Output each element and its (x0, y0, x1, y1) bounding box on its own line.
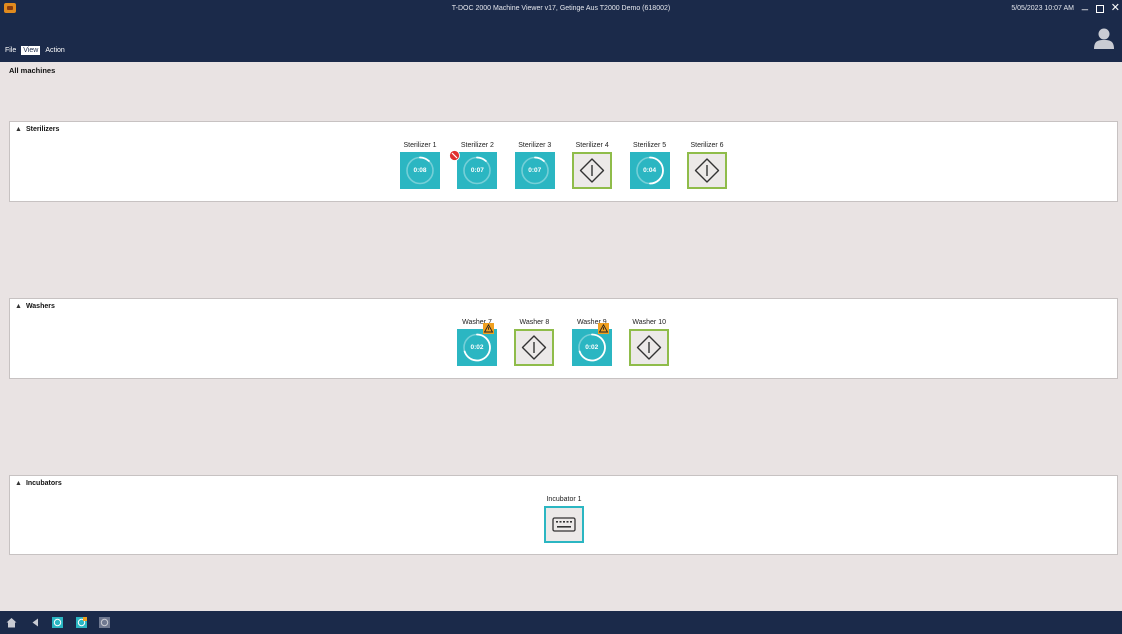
clock: 5/05/2023 10:07 AM (1011, 5, 1074, 12)
machine-name: Washer 9 (576, 319, 607, 326)
machine-card[interactable]: Sterilizer 3 0:07 (505, 142, 565, 204)
taskbar (0, 611, 1122, 634)
machine-name: Sterilizer 6 (690, 142, 724, 149)
machine-running-tile[interactable]: 0:07 (514, 152, 555, 189)
machine-card[interactable]: Washer 8 (504, 319, 564, 381)
machine-card[interactable]: Sterilizer 2 0:07 (447, 142, 507, 204)
menu-bar: File View Action (3, 46, 67, 55)
error-icon (449, 150, 461, 161)
incubators-panel: ▲ Incubators Incubator 1 (9, 475, 1118, 555)
machine-running-tile[interactable]: 0:04 (629, 152, 670, 189)
incubators-label: Incubators (25, 480, 62, 487)
machine-running-tile[interactable]: 0:02 (457, 329, 497, 366)
minimize-button[interactable]: _ (1082, 0, 1088, 11)
remaining-time: 0:08 (413, 167, 427, 174)
restore-icon (1096, 5, 1104, 13)
machine-card[interactable]: Washer 7 0:02 (447, 319, 507, 381)
start-diamond-icon (579, 158, 605, 183)
menu-file[interactable]: File (3, 46, 18, 55)
machine-card[interactable]: Sterilizer 5 0:04 (620, 142, 680, 204)
machine-running-tile[interactable]: 0:07 (457, 152, 498, 189)
machine-card[interactable]: Sterilizer 4 (562, 142, 622, 204)
triangle-up-icon: ▲ (15, 303, 22, 310)
machine-running-tile[interactable]: 0:02 (571, 329, 612, 366)
machine-name: Washer 10 (632, 319, 666, 326)
washer-app-icon[interactable] (76, 617, 87, 628)
triangle-up-icon: ▲ (15, 126, 22, 133)
remaining-time: 0:07 (470, 167, 484, 174)
machine-name: Sterilizer 1 (403, 142, 437, 149)
menu-action[interactable]: Action (43, 46, 66, 55)
washers-label: Washers (25, 303, 55, 310)
machine-name: Sterilizer 3 (518, 142, 552, 149)
sterilizers-header[interactable]: ▲ Sterilizers (15, 126, 59, 133)
remaining-time: 0:04 (643, 167, 657, 174)
start-diamond-icon (694, 158, 720, 183)
machine-name: Sterilizer 4 (575, 142, 609, 149)
sterilizers-label: Sterilizers (25, 126, 60, 133)
machine-idle-tile[interactable] (514, 329, 555, 366)
start-diamond-icon (522, 335, 547, 360)
back-icon[interactable] (30, 617, 41, 628)
machine-name: Washer 7 (462, 319, 492, 326)
incubators-header[interactable]: ▲ Incubators (15, 480, 62, 487)
triangle-up-icon: ▲ (15, 480, 22, 487)
remaining-time: 0:07 (528, 167, 542, 174)
menu-view[interactable]: View (21, 46, 41, 55)
machine-running-tile[interactable]: 0:08 (400, 152, 440, 189)
user-avatar-icon[interactable] (1094, 27, 1114, 49)
remaining-time: 0:02 (470, 344, 484, 351)
machine-name: Washer 8 (519, 319, 550, 326)
washers-header[interactable]: ▲ Washers (15, 303, 55, 310)
restore-button[interactable] (1096, 2, 1104, 14)
warning-icon (597, 323, 609, 334)
close-button[interactable]: ✕ (1111, 2, 1120, 14)
remaining-time: 0:02 (585, 344, 599, 351)
window-title: T-DOC 2000 Machine Viewer v17, Getinge A… (451, 5, 671, 12)
title-bar: T-DOC 2000 Machine Viewer v17, Getinge A… (0, 0, 1122, 62)
machine-card[interactable]: Sterilizer 1 0:08 (390, 142, 450, 204)
warning-icon (483, 323, 494, 334)
progress-arc (533, 156, 545, 162)
machine-idle-tile[interactable] (572, 152, 613, 189)
incubator-tile[interactable] (544, 506, 584, 543)
keyboard-icon (552, 517, 576, 532)
progress-arc (419, 156, 430, 162)
machine-card[interactable]: Incubator 1 (534, 496, 594, 558)
sterilizer-app-icon[interactable] (52, 617, 63, 628)
machine-card[interactable]: Washer 9 0:02 (562, 319, 622, 381)
home-icon[interactable] (6, 617, 17, 628)
page-title: All machines (9, 66, 56, 75)
washers-panel: ▲ Washers Washer 7 0:02 Washer 8 Washer 9 0:… (9, 298, 1118, 379)
machine-card[interactable]: Sterilizer 6 (677, 142, 737, 204)
machine-name: Incubator 1 (546, 496, 582, 503)
incubator-app-icon[interactable] (99, 617, 110, 628)
machine-idle-tile[interactable] (629, 329, 670, 366)
start-diamond-icon (636, 335, 662, 360)
machine-name: Sterilizer 5 (633, 142, 667, 149)
progress-arc (476, 156, 488, 162)
sterilizers-panel: ▲ Sterilizers Sterilizer 1 0:08 Sterilizer… (9, 121, 1118, 202)
machine-card[interactable]: Washer 10 (619, 319, 679, 381)
machine-idle-tile[interactable] (687, 152, 727, 189)
